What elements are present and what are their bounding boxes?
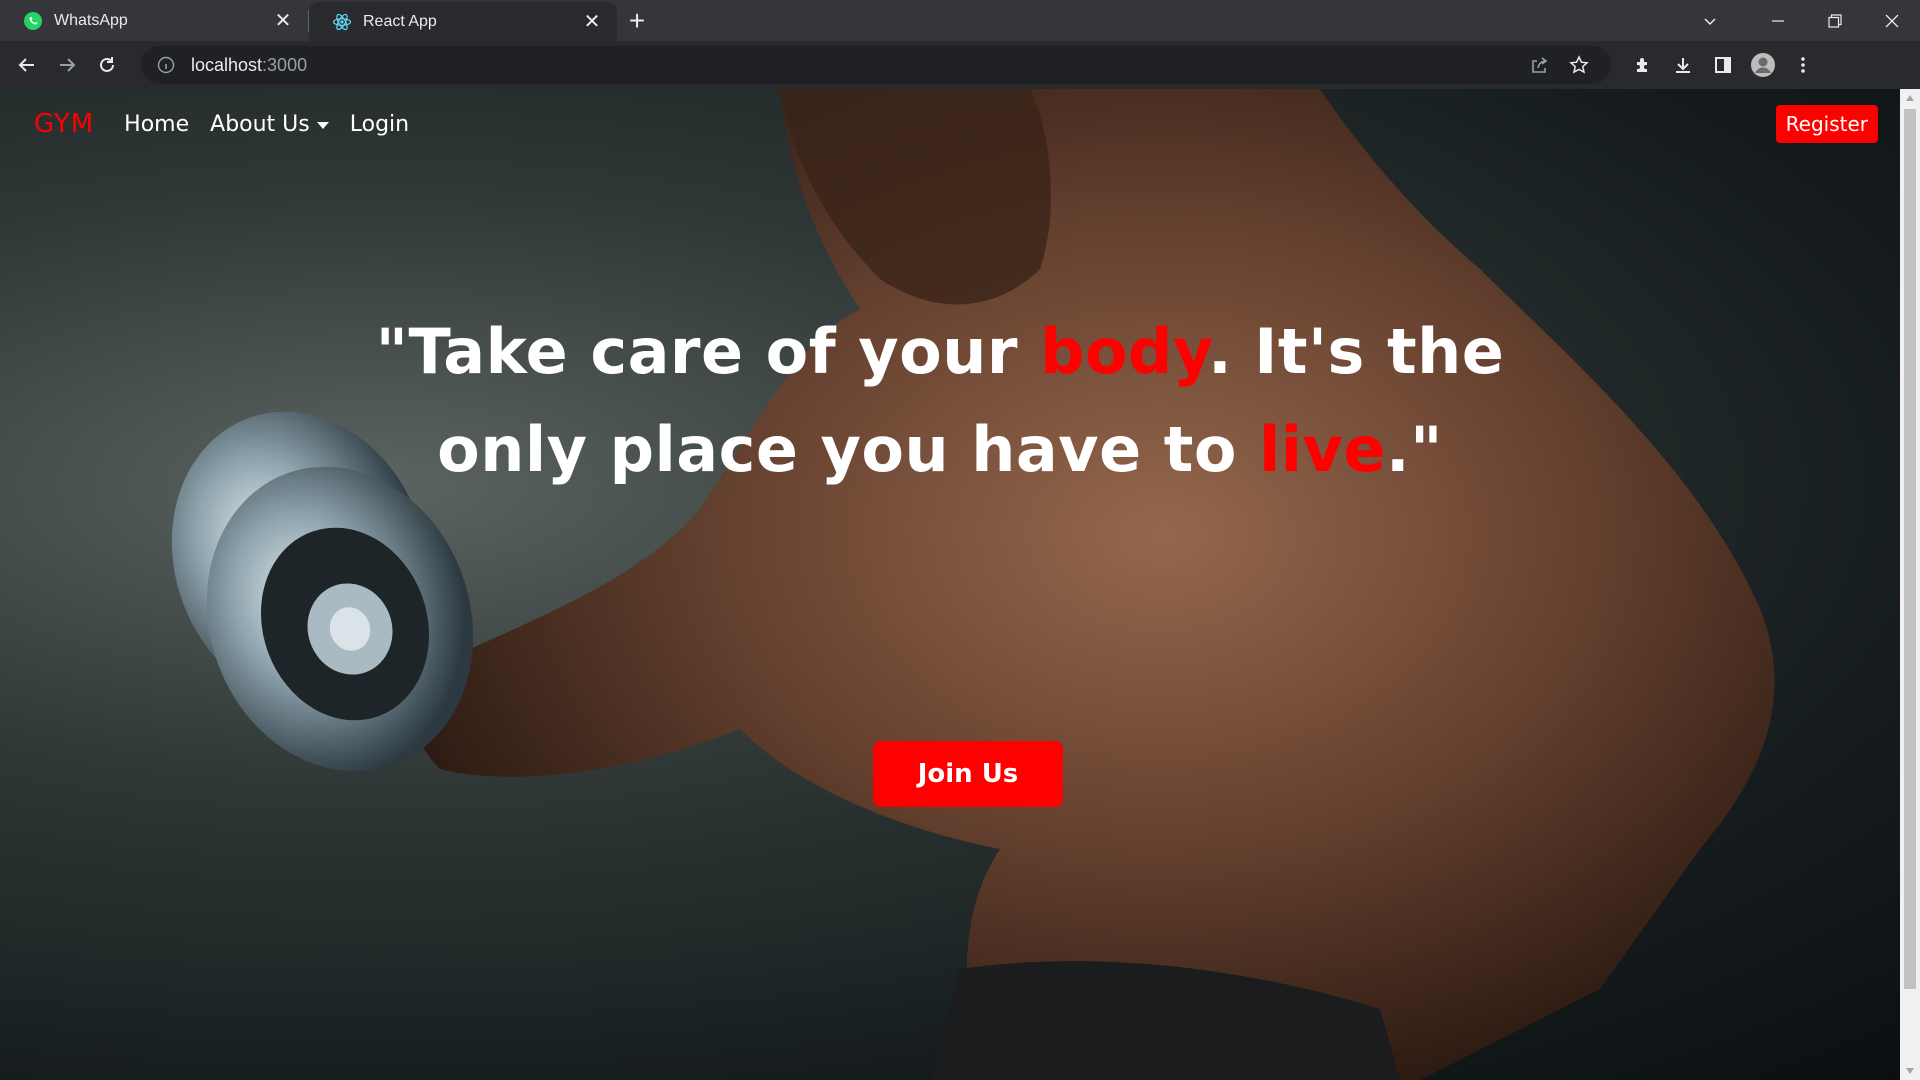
- nav-link-about-us[interactable]: About Us: [210, 112, 329, 137]
- quote-accent-live: live: [1259, 413, 1387, 486]
- profile-avatar[interactable]: [1743, 45, 1783, 85]
- quote-text: .": [1386, 413, 1443, 486]
- quote-text: "Take care of your: [375, 315, 1041, 388]
- url-port: :3000: [262, 54, 308, 75]
- tab-react-app[interactable]: React App ✕: [309, 2, 617, 41]
- minimize-icon: [1771, 19, 1784, 22]
- nav-link-login[interactable]: Login: [350, 112, 409, 137]
- arrow-right-icon: [60, 58, 76, 72]
- close-icon: [1885, 14, 1898, 27]
- reload-button[interactable]: [87, 45, 127, 85]
- hero-background-image: [171, 89, 1775, 1080]
- tab-search-button[interactable]: [1690, 0, 1730, 41]
- tab-title: React App: [363, 12, 437, 30]
- info-icon[interactable]: [155, 54, 177, 76]
- reload-icon: [100, 57, 114, 72]
- page-viewport: GYM Home About Us Login Register "Take c…: [0, 89, 1900, 1080]
- nav-link-label: Login: [349, 111, 410, 137]
- address-bar[interactable]: localhost:3000: [141, 46, 1611, 84]
- download-icon[interactable]: [1663, 45, 1703, 85]
- minimize-button[interactable]: [1749, 0, 1806, 41]
- quote-accent-body: body: [1040, 315, 1209, 388]
- chevron-down-icon: [1704, 17, 1716, 25]
- url-host: localhost: [191, 54, 263, 75]
- nav-link-label: About Us: [210, 111, 310, 137]
- arrow-left-icon: [18, 58, 34, 72]
- browser-toolbar: localhost:3000: [0, 41, 1920, 89]
- close-icon[interactable]: ✕: [272, 10, 294, 32]
- register-button[interactable]: Register: [1775, 105, 1878, 143]
- nav-link-home[interactable]: Home: [124, 112, 189, 137]
- join-us-button[interactable]: Join Us: [873, 741, 1063, 807]
- page-scrollbar[interactable]: [1900, 89, 1920, 1080]
- toolbar-actions: [1623, 45, 1823, 85]
- whatsapp-icon: [22, 10, 44, 32]
- nav-link-label: Home: [124, 111, 190, 137]
- side-panel-icon[interactable]: [1703, 45, 1743, 85]
- forward-button[interactable]: [47, 45, 87, 85]
- scrollbar-thumb[interactable]: [1904, 109, 1916, 989]
- brand-logo[interactable]: GYM: [34, 109, 94, 139]
- close-window-button[interactable]: [1863, 0, 1920, 41]
- restore-icon: [1827, 13, 1842, 28]
- window-controls: [1749, 0, 1920, 41]
- restore-button[interactable]: [1806, 0, 1863, 41]
- tab-title: WhatsApp: [54, 11, 128, 29]
- hero-quote: "Take care of your body. It's the only p…: [330, 303, 1550, 499]
- browser-tabstrip: WhatsApp ✕ React App ✕ +: [0, 0, 1920, 41]
- extensions-icon[interactable]: [1623, 45, 1663, 85]
- bookmark-star-icon[interactable]: [1561, 47, 1597, 83]
- site-navbar: GYM Home About Us Login: [0, 89, 1900, 159]
- new-tab-button[interactable]: +: [617, 0, 657, 41]
- share-icon[interactable]: [1521, 47, 1557, 83]
- close-icon[interactable]: ✕: [581, 11, 603, 33]
- menu-kebab-icon[interactable]: [1783, 45, 1823, 85]
- back-button[interactable]: [7, 45, 47, 85]
- scroll-up-arrow-icon[interactable]: [1900, 89, 1920, 107]
- tab-whatsapp[interactable]: WhatsApp ✕: [0, 0, 308, 41]
- caret-down-icon: [316, 121, 329, 129]
- scroll-down-arrow-icon[interactable]: [1900, 1062, 1920, 1080]
- react-icon: [331, 11, 353, 33]
